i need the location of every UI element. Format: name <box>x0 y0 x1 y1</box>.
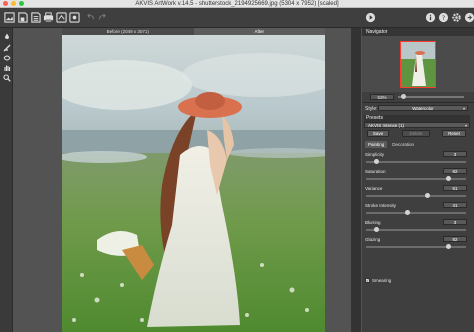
tab-painting[interactable]: Painting <box>365 141 388 148</box>
chevron-down-icon: ▾ <box>464 123 467 128</box>
batch-icon[interactable] <box>55 11 67 23</box>
zoom-icon[interactable] <box>2 73 11 82</box>
variance-value-field[interactable]: 61 <box>443 185 467 191</box>
settings-panel: Navigator 53% Style: Watercolor ▾ Preset… <box>362 28 474 332</box>
variance-slider-knob[interactable] <box>425 193 430 198</box>
share-icon[interactable] <box>463 11 474 23</box>
stroke-intensity-label: Stroke Intensity <box>365 203 397 208</box>
save-preset-button[interactable]: Save <box>367 130 389 137</box>
redo-icon[interactable] <box>96 11 108 23</box>
zoom-slider[interactable] <box>398 96 464 98</box>
run-icon[interactable] <box>364 11 376 23</box>
brush-icon[interactable] <box>2 32 11 41</box>
glazing-value-field[interactable]: 82 <box>443 236 467 242</box>
zoom-row: 53% <box>362 92 474 102</box>
app-window: AKVIS ArtWork v.14.5 - shutterstock_2194… <box>0 0 474 332</box>
chevron-down-icon: ▾ <box>462 106 465 111</box>
variance-slider[interactable] <box>366 193 466 198</box>
saturation-label: Saturation <box>365 169 386 174</box>
preset-select-value: AKVIS Intense (1) <box>368 123 405 128</box>
stroke-direction-icon[interactable] <box>2 53 11 62</box>
style-select[interactable]: Watercolor ▾ <box>378 105 468 111</box>
navigator-thumbnail[interactable] <box>400 41 436 88</box>
image-canvas: Before (2049 x 3071) After <box>13 28 362 332</box>
divider <box>362 102 474 103</box>
stroke-intensity-slider-knob[interactable] <box>405 210 410 215</box>
preset-select[interactable]: AKVIS Intense (1) ▾ <box>364 122 470 128</box>
blurring-value-field[interactable]: 3 <box>443 219 467 225</box>
glazing-label: Glazing <box>365 237 381 242</box>
main-toolbar: ? <box>0 8 474 28</box>
saturation-slider[interactable] <box>366 176 466 181</box>
smearing-label: Smearing <box>372 278 392 283</box>
tab-after[interactable]: After <box>193 28 325 35</box>
smearing-option[interactable]: ✓ Smearing <box>365 278 391 283</box>
simplicity-slider-knob[interactable] <box>374 159 379 164</box>
settings-tabs: Painting Decoration <box>365 141 417 148</box>
open-image-icon[interactable] <box>3 11 15 23</box>
svg-text:?: ? <box>441 13 444 21</box>
variance-label: Variance <box>365 186 383 191</box>
simplicity-label: Simplicity <box>365 152 385 157</box>
style-select-value: Watercolor <box>412 106 434 111</box>
glazing-slider[interactable] <box>366 244 466 249</box>
blurring-label: Blurring <box>365 220 381 225</box>
simplicity-value-field[interactable]: 3 <box>443 151 467 157</box>
presets-header: Presets <box>364 115 470 122</box>
zoom-field[interactable]: 53% <box>370 94 394 100</box>
navigator-view[interactable] <box>362 36 474 92</box>
hand-icon[interactable] <box>2 63 11 72</box>
window-title: AKVIS ArtWork v.14.5 - shutterstock_2194… <box>135 1 339 7</box>
zoom-slider-knob[interactable] <box>401 94 406 99</box>
share-image-icon[interactable] <box>68 11 80 23</box>
tools-bar <box>0 28 13 332</box>
artwork-image[interactable] <box>62 35 325 332</box>
tab-decoration[interactable]: Decoration <box>389 141 417 148</box>
blurring-slider[interactable] <box>366 227 466 232</box>
smearing-checkbox[interactable]: ✓ <box>365 278 370 283</box>
undo-icon[interactable] <box>84 11 96 23</box>
save-as-icon[interactable] <box>29 11 41 23</box>
info-icon[interactable] <box>424 11 436 23</box>
navigator-header: Navigator <box>362 28 474 36</box>
style-label: Style: <box>365 106 378 112</box>
delete-preset-button[interactable]: Delete <box>402 130 430 137</box>
saturation-slider-knob[interactable] <box>446 176 451 181</box>
save-icon[interactable] <box>16 11 28 23</box>
settings-icon[interactable] <box>450 11 462 23</box>
simplicity-slider[interactable] <box>366 159 466 164</box>
canvas-scrollbar[interactable] <box>351 28 361 332</box>
eraser-icon[interactable] <box>2 43 11 52</box>
print-icon[interactable] <box>42 11 54 23</box>
blurring-slider-knob[interactable] <box>374 227 379 232</box>
help-icon[interactable]: ? <box>437 11 449 23</box>
stroke-intensity-slider[interactable] <box>366 210 466 215</box>
stroke-intensity-value-field[interactable]: 41 <box>443 202 467 208</box>
saturation-value-field[interactable]: 82 <box>443 168 467 174</box>
reset-preset-button[interactable]: Reset <box>442 130 466 137</box>
glazing-slider-knob[interactable] <box>446 244 451 249</box>
tab-before[interactable]: Before (2049 x 3071) <box>62 28 194 35</box>
title-bar: AKVIS ArtWork v.14.5 - shutterstock_2194… <box>0 0 474 8</box>
